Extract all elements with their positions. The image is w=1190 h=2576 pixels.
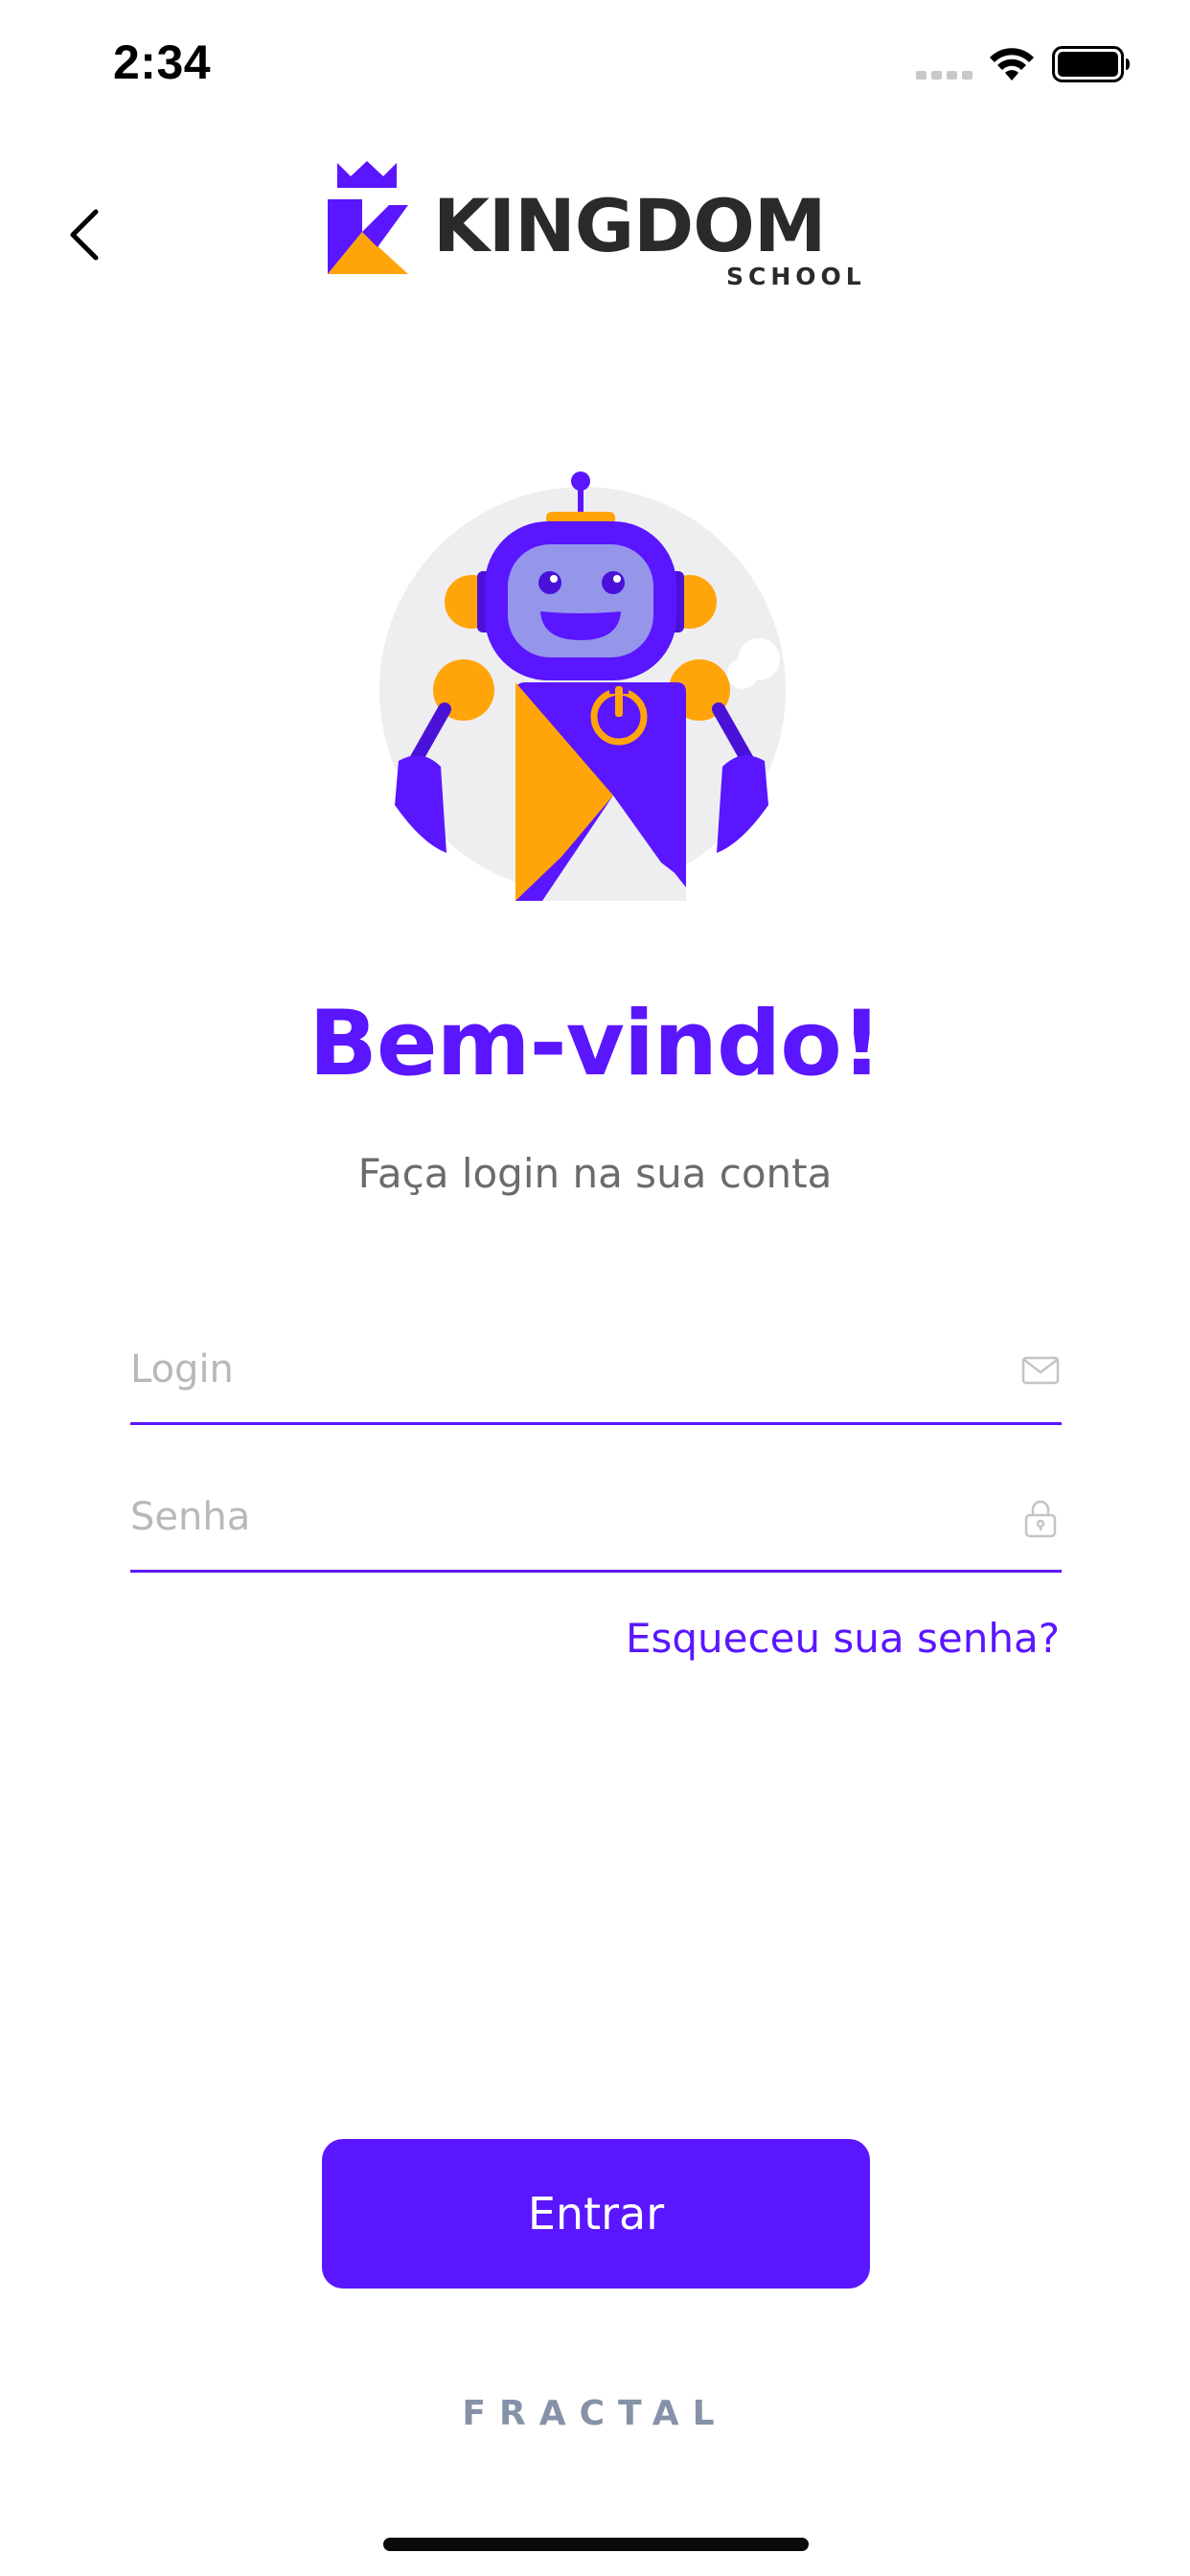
login-field xyxy=(130,1317,1062,1425)
cellular-signal-icon xyxy=(916,71,973,80)
crown-k-logo-icon xyxy=(328,161,408,274)
robot-mascot-illustration xyxy=(379,472,786,901)
back-button[interactable] xyxy=(56,201,113,268)
wifi-icon xyxy=(990,48,1034,80)
password-field xyxy=(130,1464,1062,1573)
home-indicator[interactable] xyxy=(383,2538,809,2551)
lock-icon xyxy=(1024,1500,1057,1538)
password-input[interactable] xyxy=(130,1484,973,1551)
welcome-heading: Bem-vindo! xyxy=(309,992,882,1096)
logo-title: KINGDOM xyxy=(433,183,826,268)
kingdom-school-logo: KINGDOM SCHOOL xyxy=(324,157,870,301)
battery-icon xyxy=(1052,46,1130,82)
enter-button[interactable]: Entrar xyxy=(322,2139,870,2288)
login-subtitle: Faça login na sua conta xyxy=(357,1150,833,1197)
status-time: 2:34 xyxy=(113,35,212,89)
envelope-icon xyxy=(1021,1356,1060,1385)
fractal-brand-logo: FRACTAL xyxy=(462,2394,728,2433)
login-input[interactable] xyxy=(130,1336,973,1403)
logo-subtitle: SCHOOL xyxy=(726,263,866,290)
chevron-left-icon xyxy=(70,209,99,261)
forgot-password-link[interactable]: Esqueceu sua senha? xyxy=(479,1610,1060,1668)
